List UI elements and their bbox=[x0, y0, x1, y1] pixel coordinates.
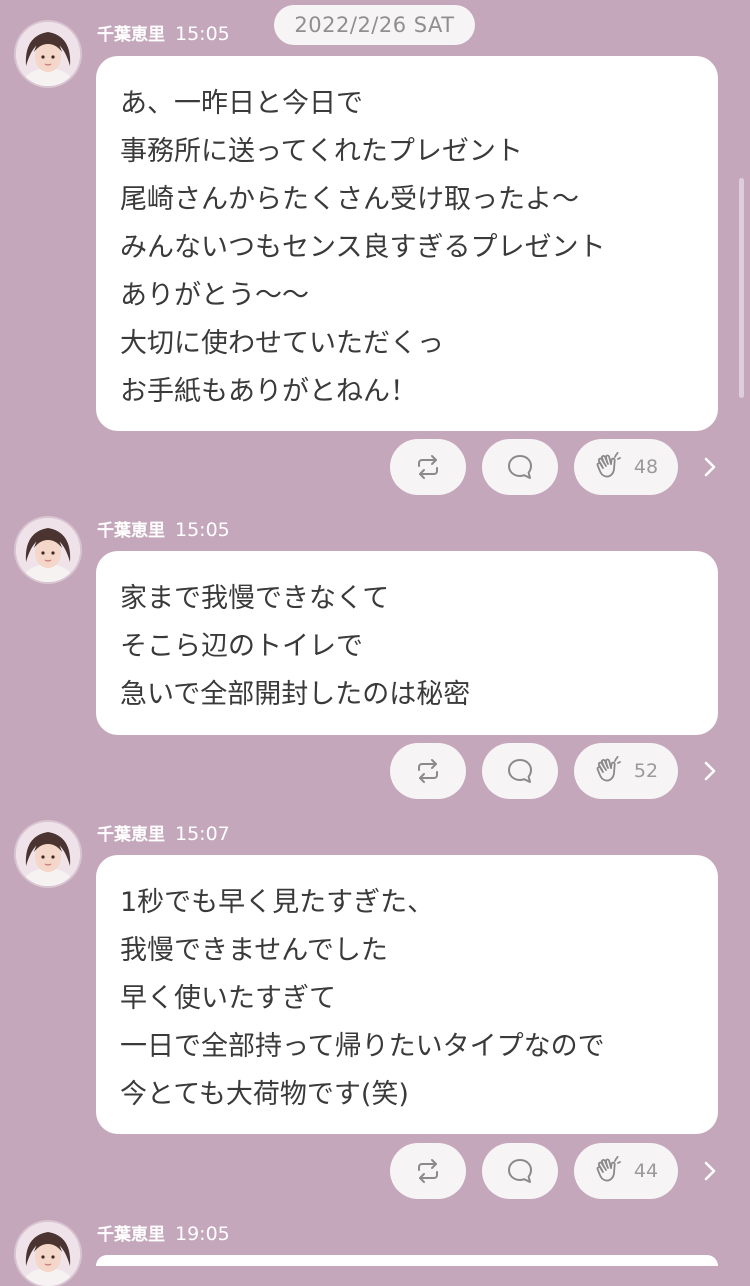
chevron-right-icon[interactable] bbox=[700, 757, 720, 785]
message-time: 15:05 bbox=[175, 519, 230, 541]
message-time: 15:07 bbox=[175, 823, 230, 845]
message-line: そこら辺のトイレで bbox=[120, 631, 363, 662]
repost-icon bbox=[418, 455, 438, 479]
clap-count: 48 bbox=[633, 456, 659, 478]
message-bubble bbox=[96, 1255, 718, 1266]
scrollbar[interactable] bbox=[739, 178, 744, 398]
message-bubble: あ、一昨日と今日で 事務所に送ってくれたプレゼント 尾崎さんからたくさん受け取っ… bbox=[96, 56, 718, 431]
repost-button[interactable] bbox=[390, 1143, 466, 1199]
message-line: 大切に使わせていただくっ bbox=[120, 328, 444, 359]
comment-icon bbox=[508, 1159, 532, 1183]
message-line: 我慢できませんでした bbox=[120, 935, 388, 966]
author-name: 千葉恵里 bbox=[97, 1225, 165, 1245]
repost-button[interactable] bbox=[390, 439, 466, 495]
comment-icon bbox=[508, 759, 532, 783]
message-meta: 千葉恵里 15:05 bbox=[97, 20, 230, 45]
clap-hands-icon bbox=[596, 756, 621, 782]
avatar[interactable] bbox=[16, 1222, 80, 1286]
message-actions: 52 bbox=[390, 743, 730, 799]
message-time: 19:05 bbox=[175, 1223, 230, 1245]
repost-icon bbox=[418, 1159, 438, 1183]
message-meta: 千葉恵里 15:05 bbox=[97, 516, 230, 541]
message-line: 急いで全部開封したのは秘密 bbox=[120, 679, 471, 710]
clap-count: 52 bbox=[633, 760, 659, 782]
message-bubble: 1秒でも早く見たすぎた、 我慢できませんでした 早く使いたすぎて 一日で全部持っ… bbox=[96, 855, 718, 1134]
comment-button[interactable] bbox=[482, 1143, 558, 1199]
message-actions: 48 bbox=[390, 439, 730, 495]
comment-icon bbox=[508, 455, 532, 479]
repost-button[interactable] bbox=[390, 743, 466, 799]
clap-hands-icon bbox=[596, 452, 621, 478]
message-line: 1秒でも早く見たすぎた、 bbox=[120, 887, 435, 918]
date-label: 2022/2/26 SAT bbox=[294, 13, 455, 37]
comment-button[interactable] bbox=[482, 743, 558, 799]
comment-button[interactable] bbox=[482, 439, 558, 495]
message-line: 家まで我慢できなくて bbox=[120, 583, 390, 614]
message-line: 早く使いたすぎて bbox=[120, 983, 336, 1014]
author-name: 千葉恵里 bbox=[97, 825, 165, 845]
message-time: 15:05 bbox=[175, 23, 230, 45]
message-line: あ、一昨日と今日で bbox=[120, 88, 363, 119]
clap-hands-icon bbox=[596, 1156, 621, 1182]
author-name: 千葉恵里 bbox=[97, 25, 165, 45]
message-line: お手紙もありがとねん！ bbox=[120, 376, 417, 407]
author-name: 千葉恵里 bbox=[97, 521, 165, 541]
message-line: 尾崎さんからたくさん受け取ったよ〜 bbox=[120, 184, 579, 215]
chevron-right-icon[interactable] bbox=[700, 453, 720, 481]
avatar[interactable] bbox=[16, 22, 80, 86]
message-meta: 千葉恵里 15:07 bbox=[97, 820, 230, 845]
message-line: みんないつもセンス良すぎるプレゼント bbox=[120, 232, 606, 263]
message-line: ありがとう〜〜 bbox=[120, 280, 309, 311]
clap-count: 44 bbox=[633, 1160, 659, 1182]
repost-icon bbox=[418, 759, 438, 783]
avatar[interactable] bbox=[16, 822, 80, 886]
message-actions: 44 bbox=[390, 1143, 730, 1199]
avatar[interactable] bbox=[16, 518, 80, 582]
message-bubble: 家まで我慢できなくて そこら辺のトイレで 急いで全部開封したのは秘密 bbox=[96, 551, 718, 735]
clap-button[interactable]: 44 bbox=[574, 1143, 678, 1199]
clap-button[interactable]: 52 bbox=[574, 743, 678, 799]
message-meta: 千葉恵里 19:05 bbox=[97, 1220, 230, 1245]
message-line: 事務所に送ってくれたプレゼント bbox=[120, 136, 523, 167]
message-line: 今とても大荷物です(笑) bbox=[120, 1079, 409, 1110]
chevron-right-icon[interactable] bbox=[700, 1157, 720, 1185]
clap-button[interactable]: 48 bbox=[574, 439, 678, 495]
message-line: 一日で全部持って帰りたいタイプなので bbox=[120, 1031, 605, 1062]
date-separator: 2022/2/26 SAT bbox=[274, 5, 475, 45]
